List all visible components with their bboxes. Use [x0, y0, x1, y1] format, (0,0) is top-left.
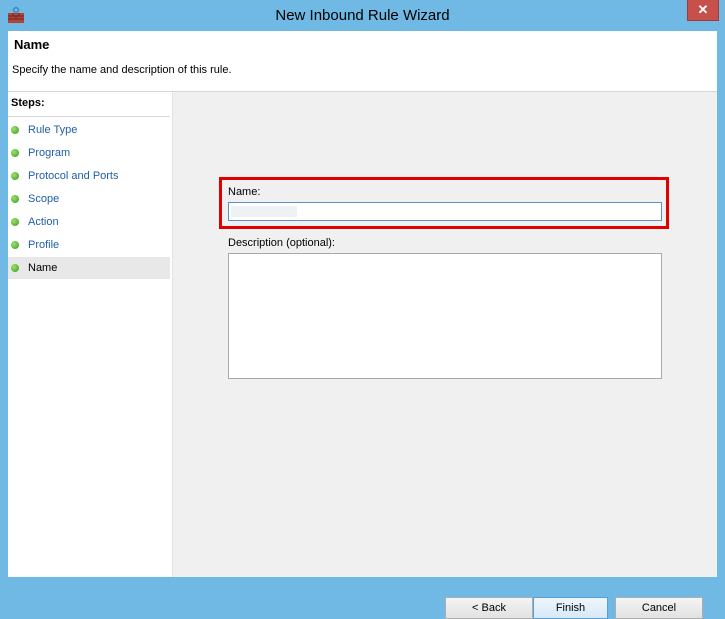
step-label: Protocol and Ports	[28, 170, 119, 182]
step-complete-icon	[11, 195, 19, 203]
main-panel: Name: Description (optional): < Back Fin…	[174, 92, 717, 619]
step-label: Rule Type	[28, 124, 78, 136]
steps-title: Steps:	[11, 97, 45, 109]
step-name: Name	[8, 257, 170, 279]
wizard-window: New Inbound Rule Wizard ✕ Name Specify t…	[0, 0, 725, 619]
step-action[interactable]: Action	[8, 211, 170, 233]
step-label: Scope	[28, 193, 60, 205]
step-complete-icon	[11, 149, 19, 157]
step-label: Profile	[28, 239, 60, 251]
name-label: Name:	[228, 186, 261, 198]
step-complete-icon	[11, 241, 19, 249]
cancel-button[interactable]: Cancel	[615, 597, 703, 619]
close-icon: ✕	[697, 2, 709, 17]
page-header: Name Specify the name and description of…	[8, 31, 717, 92]
step-protocol-and-ports[interactable]: Protocol and Ports	[8, 165, 170, 187]
step-program[interactable]: Program	[8, 142, 170, 164]
back-button[interactable]: < Back	[445, 597, 533, 619]
step-label: Program	[28, 147, 71, 159]
step-complete-icon	[11, 218, 19, 226]
description-textarea[interactable]	[228, 253, 662, 379]
step-current-icon	[11, 264, 19, 272]
wizard-client: Name Specify the name and description of…	[8, 31, 717, 619]
close-button[interactable]: ✕	[687, 0, 719, 21]
page-subtitle: Specify the name and description of this…	[12, 64, 232, 76]
name-input-value	[231, 206, 297, 217]
title-bar[interactable]: New Inbound Rule Wizard ✕	[0, 0, 725, 31]
finish-button[interactable]: Finish	[533, 597, 608, 619]
name-input[interactable]	[228, 202, 662, 221]
steps-divider	[8, 116, 170, 117]
step-complete-icon	[11, 126, 19, 134]
step-label: Action	[28, 216, 59, 228]
page-title: Name	[14, 37, 50, 52]
description-label: Description (optional):	[228, 237, 335, 249]
window-title: New Inbound Rule Wizard	[275, 7, 450, 24]
step-complete-icon	[11, 172, 19, 180]
step-rule-type[interactable]: Rule Type	[8, 119, 170, 141]
steps-panel: Steps: Rule Type Program Protocol and Po…	[8, 92, 173, 577]
step-label: Name	[28, 262, 58, 274]
step-scope[interactable]: Scope	[8, 188, 170, 210]
step-profile[interactable]: Profile	[8, 234, 170, 256]
